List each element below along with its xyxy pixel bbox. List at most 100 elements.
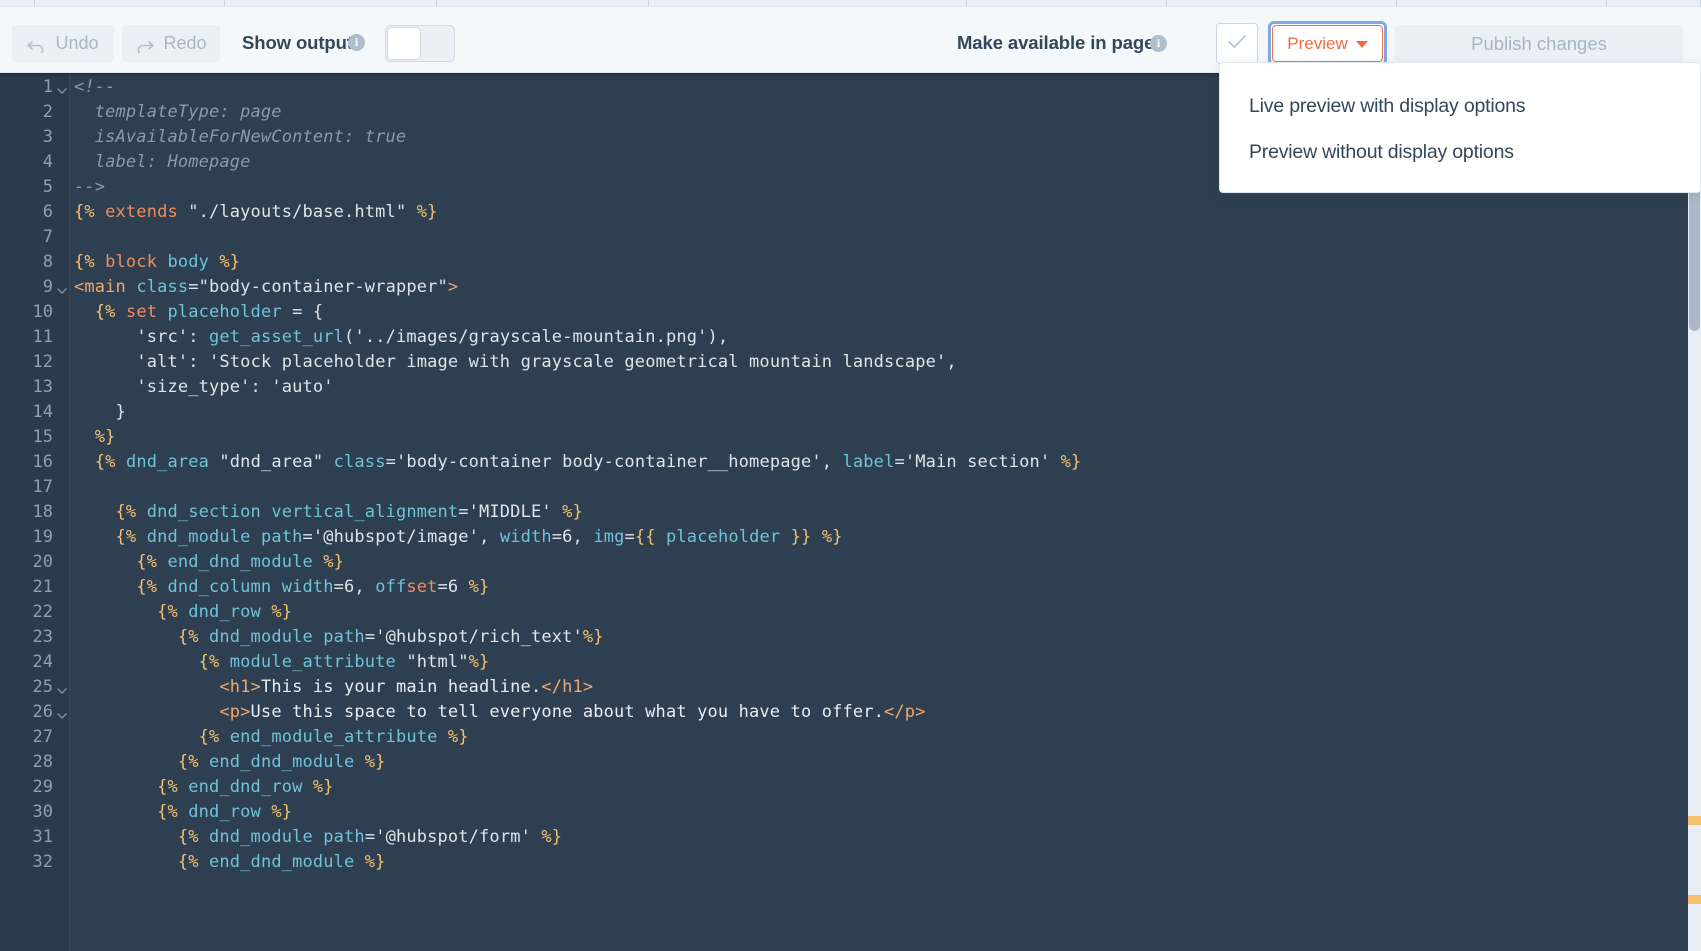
code-line[interactable]: <h1>This is your main headline.</h1> [74, 675, 593, 700]
code-line[interactable]: isAvailableForNewContent: true [74, 125, 406, 150]
code-fold-arrow-icon[interactable] [57, 700, 67, 725]
code-token-attr: off [375, 577, 407, 597]
redo-button[interactable]: Redo [122, 25, 220, 62]
code-token-delim: %} [416, 202, 438, 222]
code-token-delim: {% [136, 577, 168, 597]
line-number: 10 [32, 302, 53, 322]
code-token-delim: {% [177, 852, 210, 872]
code-line[interactable]: {% extends "./layouts/base.html" %} [74, 200, 438, 225]
code-token-delim: %} [219, 252, 241, 272]
code-line[interactable]: 'src': get_asset_url('../images/grayscal… [74, 325, 728, 350]
code-line[interactable]: label: Homepage [74, 150, 251, 175]
code-token-delim: %} [260, 802, 293, 822]
code-token-comment: <!-- [74, 77, 116, 97]
code-token-fn: module_attribute [229, 652, 396, 672]
code-token-delim: {% [74, 202, 106, 222]
code-line[interactable]: {% end_dnd_module %} [74, 750, 386, 775]
publish-changes-button[interactable]: Publish changes [1395, 25, 1683, 62]
code-token-attr: width [499, 527, 552, 547]
code-token-punc: ), [707, 327, 729, 347]
code-token-delim: {% [136, 552, 168, 572]
code-line[interactable]: {% dnd_column width=6, offset=6 %} [74, 575, 489, 600]
code-token-str: '@hubspot/rich_text' [375, 627, 583, 647]
line-number-gutter: 1 2 3 4 5 6 7 8 9 10 11 12 13 14 15 16 17 18 19 20 21 22 23 24 2… [0, 73, 69, 951]
code-token-str: "./layouts/base.html" [177, 202, 417, 222]
code-token-delim: %} [354, 852, 386, 872]
code-token-delim: %} [437, 727, 469, 747]
code-line[interactable]: {% block body %} [74, 250, 240, 275]
tab-strip [0, 0, 1701, 7]
code-token-str: 'MIDDLE' [468, 502, 563, 522]
code-line[interactable]: {% dnd_module path='@hubspot/rich_text'%… [74, 625, 604, 650]
code-token-fn: dnd_module [209, 827, 313, 847]
code-line[interactable]: <!-- [74, 75, 116, 100]
code-line[interactable]: {% set placeholder = { [74, 300, 323, 325]
code-token-punc: = [624, 527, 635, 547]
code-line[interactable]: 'alt': 'Stock placeholder image with gra… [74, 350, 957, 375]
code-token-delim: {{ [634, 527, 656, 547]
code-line[interactable]: {% dnd_section vertical_alignment='MIDDL… [74, 500, 583, 525]
code-token-punc: = [458, 502, 469, 522]
code-token-punc: = [302, 527, 313, 547]
line-number: 32 [32, 852, 53, 872]
code-fold-arrow-icon[interactable] [57, 675, 67, 700]
menu-item-preview-without-options[interactable]: Preview without display options [1220, 129, 1700, 175]
code-token-kw: set [125, 302, 158, 322]
code-line[interactable]: {% dnd_module path='@hubspot/image', wid… [74, 525, 843, 550]
code-line[interactable]: 'size_type': 'auto' [74, 375, 334, 400]
line-number: 7 [42, 227, 53, 247]
code-line[interactable]: {% end_module_attribute %} [74, 725, 469, 750]
code-fold-arrow-icon[interactable] [57, 275, 67, 300]
scrollbar-annotation-marker[interactable] [1688, 816, 1701, 825]
confirm-checkmark-button[interactable] [1216, 23, 1258, 64]
code-line[interactable]: {% dnd_area "dnd_area" class='body-conta… [74, 450, 1081, 475]
preview-dropdown-button[interactable]: Preview [1272, 25, 1383, 62]
code-token-delim: %} [541, 827, 563, 847]
scrollbar-annotation-marker[interactable] [1688, 895, 1701, 904]
code-line[interactable]: {% dnd_module path='@hubspot/form' %} [74, 825, 562, 850]
code-line[interactable]: <p>Use this space to tell everyone about… [74, 700, 926, 725]
code-editor[interactable]: 1 2 3 4 5 6 7 8 9 10 11 12 13 14 15 16 17 18 19 20 21 22 23 24 2… [0, 73, 1701, 951]
code-token-delim: {% [74, 252, 106, 272]
tab-divider [35, 0, 225, 7]
code-line[interactable]: {% end_dnd_module %} [74, 850, 386, 875]
code-token-punc: = { [292, 302, 324, 322]
line-number: 17 [32, 477, 53, 497]
preview-dropdown-menu: Live preview with display options Previe… [1219, 62, 1701, 193]
code-token-attr: width [271, 577, 334, 597]
checkmark-icon [1227, 34, 1247, 53]
code-token-tag: > [447, 277, 459, 297]
code-line[interactable]: {% end_dnd_row %} [74, 775, 334, 800]
code-line[interactable]: } [74, 400, 126, 425]
code-line[interactable]: %} [74, 425, 116, 450]
code-line[interactable]: <main class="body-container-wrapper"> [74, 275, 458, 300]
code-line[interactable]: {% dnd_row %} [74, 600, 292, 625]
code-token-delim: %} [302, 777, 334, 797]
code-token-punc: : [188, 327, 210, 347]
code-token-delim: {% [115, 527, 147, 547]
code-fold-arrow-icon[interactable] [57, 75, 67, 100]
code-token-comment: templateType: page [74, 102, 282, 122]
menu-item-live-preview[interactable]: Live preview with display options [1220, 83, 1700, 129]
code-token-attr: path [250, 527, 303, 547]
code-line[interactable]: templateType: page [74, 100, 282, 125]
info-icon[interactable]: i [348, 34, 365, 51]
code-line[interactable]: {% dnd_row %} [74, 800, 292, 825]
preview-label: Preview [1287, 33, 1348, 53]
code-token-delim: {% [94, 302, 126, 322]
undo-button[interactable]: Undo [12, 25, 114, 62]
info-icon[interactable]: i [1150, 35, 1167, 52]
code-line[interactable]: --> [74, 175, 105, 200]
line-number: 11 [32, 327, 53, 347]
code-token-str: 'alt' [136, 352, 189, 372]
show-output-toggle[interactable] [385, 25, 455, 62]
code-line[interactable]: {% module_attribute "html"%} [74, 650, 490, 675]
code-token-comment: isAvailableForNewContent: true [74, 127, 407, 147]
code-line[interactable]: {% end_dnd_module %} [74, 550, 344, 575]
line-number: 20 [32, 552, 53, 572]
